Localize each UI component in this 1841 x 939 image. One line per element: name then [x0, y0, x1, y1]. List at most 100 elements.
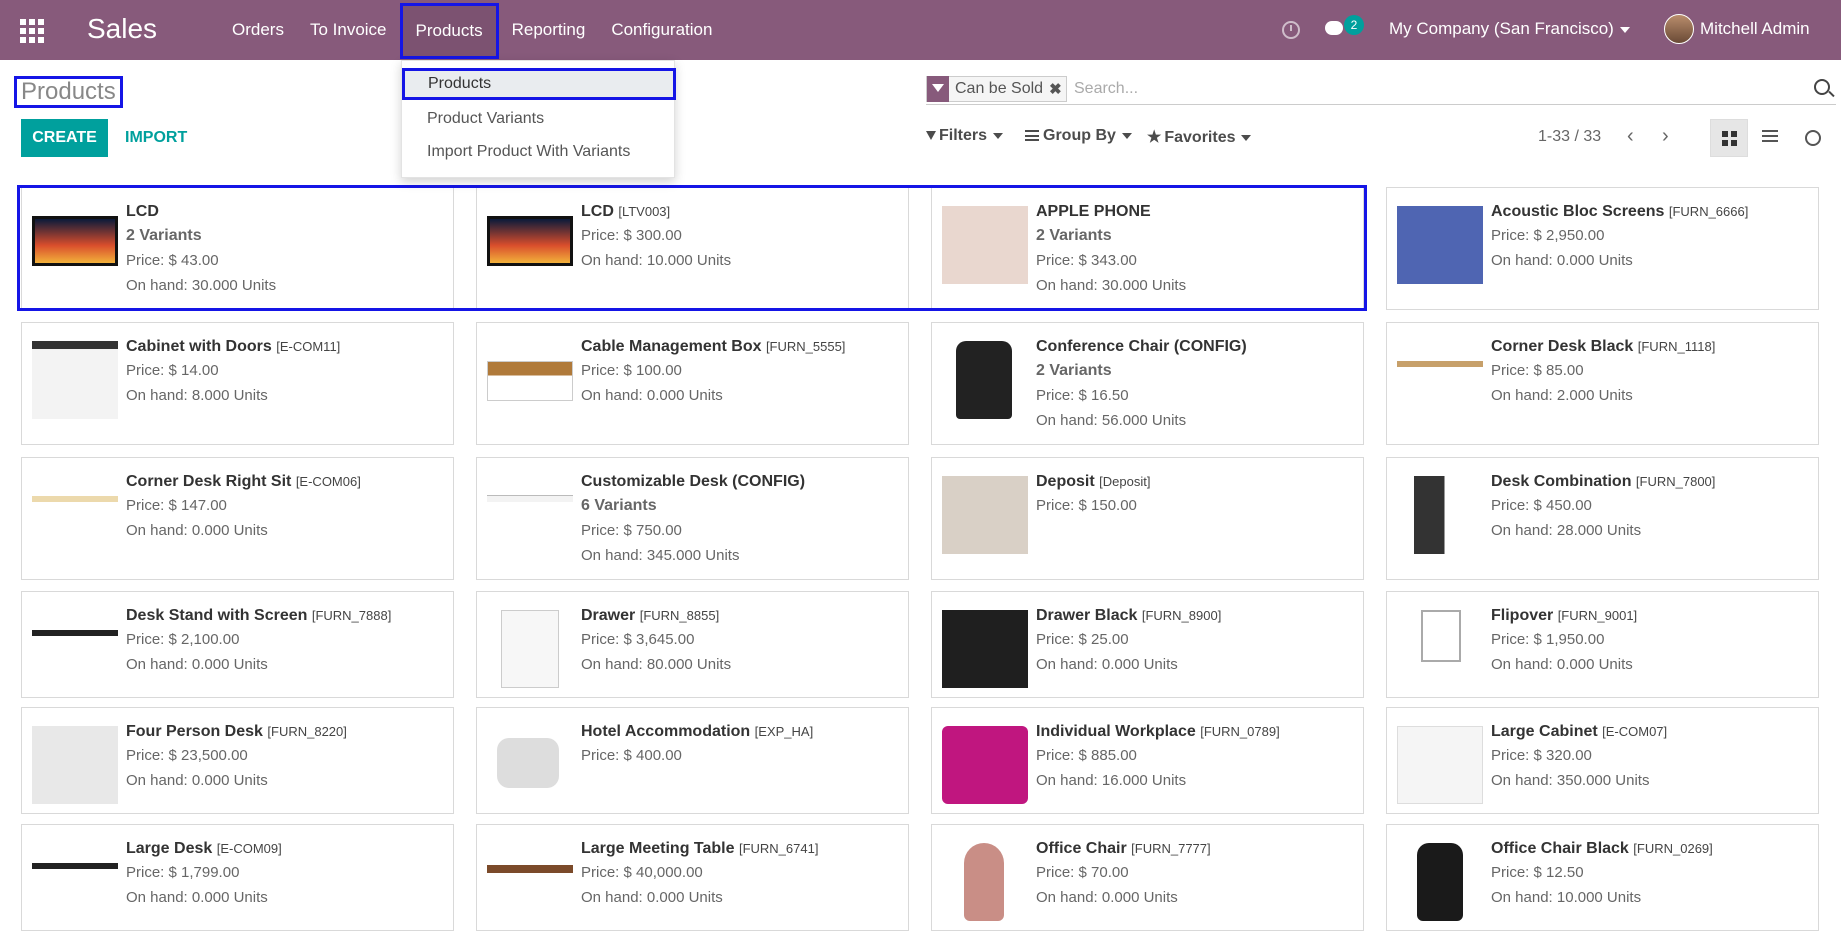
product-ref: [FURN_7800] [1635, 474, 1716, 489]
product-card-body: LCD [LTV003] Price: $ 300.00 On hand: 10.0… [581, 201, 898, 273]
activity-clock-icon[interactable] [1282, 21, 1300, 39]
search-input[interactable] [1074, 76, 1774, 102]
product-card[interactable]: Corner Desk Right Sit [E-COM06] Price: $ … [21, 457, 454, 580]
product-image [1421, 610, 1461, 662]
product-ref: [E-COM09] [216, 841, 282, 856]
product-name: Deposit [Deposit] [1036, 473, 1151, 490]
chevron-down-icon [1241, 134, 1252, 141]
product-card[interactable]: Individual Workplace [FURN_0789] Price: $… [931, 707, 1364, 814]
product-card[interactable]: Acoustic Bloc Screens [FURN_6666] Price: … [1386, 187, 1819, 310]
chevron-right-icon[interactable]: › [1662, 125, 1669, 148]
product-price: Price: $ 400.00 [581, 747, 682, 764]
product-card[interactable]: Corner Desk Black [FURN_1118] Price: $ 85… [1386, 322, 1819, 445]
product-card-body: APPLE PHONE 2 Variants Price: $ 343.00 On h… [1036, 201, 1353, 298]
product-name: Corner Desk Black [FURN_1118] [1491, 338, 1716, 355]
avatar[interactable] [1664, 14, 1694, 44]
product-name: Desk Combination [FURN_7800] [1491, 473, 1716, 490]
product-ref: [FURN_7777] [1131, 841, 1211, 856]
product-ref: [FURN_6741] [738, 841, 819, 856]
product-name: Office Chair Black [FURN_0269] [1491, 840, 1713, 857]
filters-button[interactable]: Filters [926, 127, 1004, 145]
product-image [501, 610, 559, 688]
product-on-hand: On hand: 80.000 Units [581, 656, 732, 673]
menu-products[interactable]: Products [399, 3, 499, 59]
group-by-button[interactable]: Group By [1025, 127, 1132, 145]
close-icon[interactable]: ✖ [1049, 80, 1066, 98]
product-image [964, 843, 1004, 921]
pager-value[interactable]: 1-33 / 33 [1538, 128, 1601, 146]
product-card[interactable]: Flipover [FURN_9001] Price: $ 1,950.00 On … [1386, 591, 1819, 698]
product-price: Price: $ 150.00 [1036, 497, 1137, 514]
product-card[interactable]: Cabinet with Doors [E-COM11] Price: $ 14.… [21, 322, 454, 445]
product-card[interactable]: Large Cabinet [E-COM07] Price: $ 320.00 On… [1386, 707, 1819, 814]
product-card[interactable]: Desk Combination [FURN_7800] Price: $ 450… [1386, 457, 1819, 580]
product-card-body: Cable Management Box [FURN_5555] Price: $… [581, 336, 898, 408]
product-price: Price: $ 12.50 [1491, 864, 1584, 881]
dropdown-item-product-variants[interactable]: Product Variants [402, 103, 676, 135]
product-on-hand: On hand: 0.000 Units [1036, 656, 1178, 673]
product-variants-count: 6 Variants [581, 497, 657, 514]
chevron-down-icon [1121, 132, 1132, 139]
product-card[interactable]: APPLE PHONE 2 Variants Price: $ 343.00 On h… [931, 187, 1364, 310]
product-name: APPLE PHONE [1036, 203, 1151, 220]
product-card[interactable]: LCD [LTV003] Price: $ 300.00 On hand: 10.0… [476, 187, 909, 310]
company-switcher[interactable]: My Company (San Francisco) [1389, 19, 1630, 39]
menu-orders[interactable]: Orders [219, 0, 297, 60]
product-image [1397, 361, 1483, 411]
chevron-left-icon[interactable]: ‹ [1627, 125, 1634, 148]
product-ref: [E-COM11] [276, 339, 341, 354]
product-price: Price: $ 100.00 [581, 362, 682, 379]
import-button[interactable]: IMPORT [125, 119, 187, 157]
product-on-hand: On hand: 56.000 Units [1036, 412, 1187, 429]
apps-menu-icon[interactable] [20, 19, 44, 43]
product-card-body: Hotel Accommodation [EXP_HA] Price: $ 400… [581, 721, 898, 768]
product-image [942, 610, 1028, 688]
product-card[interactable]: Drawer [FURN_8855] Price: $ 3,645.00 On ha… [476, 591, 909, 698]
product-card[interactable]: Customizable Desk (CONFIG) 6 Variants Pric… [476, 457, 909, 580]
product-image [487, 865, 573, 905]
product-card[interactable]: Large Meeting Table [FURN_6741] Price: $ … [476, 824, 909, 931]
list-view-icon[interactable] [1762, 130, 1778, 144]
menu-to-invoice[interactable]: To Invoice [297, 0, 400, 60]
product-name: Corner Desk Right Sit [E-COM06] [126, 473, 361, 490]
search-icon[interactable] [1814, 79, 1830, 95]
app-brand[interactable]: Sales [87, 13, 157, 45]
product-card-body: Drawer Black [FURN_8900] Price: $ 25.00 On… [1036, 605, 1353, 677]
product-card-body: Corner Desk Right Sit [E-COM06] Price: $ … [126, 471, 443, 543]
dropdown-item-products[interactable]: Products [402, 68, 676, 100]
menu-reporting[interactable]: Reporting [499, 0, 599, 60]
create-button[interactable]: CREATE [21, 119, 108, 157]
product-on-hand: On hand: 0.000 Units [126, 889, 268, 906]
activity-view-icon[interactable] [1805, 130, 1821, 146]
product-name: LCD [126, 203, 159, 220]
product-card[interactable]: Office Chair Black [FURN_0269] Price: $ 1… [1386, 824, 1819, 931]
product-price: Price: $ 23,500.00 [126, 747, 248, 764]
product-card[interactable]: Cable Management Box [FURN_5555] Price: $… [476, 322, 909, 445]
product-ref: [FURN_0789] [1200, 724, 1280, 739]
product-on-hand: On hand: 30.000 Units [1036, 277, 1187, 294]
favorites-button[interactable]: ★ Favorites [1147, 127, 1252, 147]
chat-icon[interactable] [1325, 21, 1343, 35]
product-card[interactable]: Deposit [Deposit] Price: $ 150.00 [931, 457, 1364, 580]
menu-configuration[interactable]: Configuration [598, 0, 725, 60]
product-image [1397, 726, 1483, 804]
product-card-body: Flipover [FURN_9001] Price: $ 1,950.00 On … [1491, 605, 1808, 677]
product-price: Price: $ 2,950.00 [1491, 227, 1605, 244]
product-card[interactable]: Desk Stand with Screen [FURN_7888] Price:… [21, 591, 454, 698]
product-price: Price: $ 750.00 [581, 522, 682, 539]
kanban-view-icon[interactable] [1710, 119, 1748, 157]
product-card[interactable]: Drawer Black [FURN_8900] Price: $ 25.00 On… [931, 591, 1364, 698]
product-card[interactable]: Hotel Accommodation [EXP_HA] Price: $ 400… [476, 707, 909, 814]
product-card[interactable]: Conference Chair (CONFIG) 2 Variants Price… [931, 322, 1364, 445]
product-card[interactable]: Office Chair [FURN_7777] Price: $ 70.00 On… [931, 824, 1364, 931]
product-on-hand: On hand: 0.000 Units [1491, 656, 1633, 673]
product-variants-count: 2 Variants [126, 227, 202, 244]
product-card[interactable]: Four Person Desk [FURN_8220] Price: $ 23,… [21, 707, 454, 814]
product-card[interactable]: Large Desk [E-COM09] Price: $ 1,799.00 On … [21, 824, 454, 931]
user-menu-name[interactable]: Mitchell Admin [1700, 19, 1810, 39]
product-price: Price: $ 16.50 [1036, 387, 1129, 404]
dropdown-item-import-product-variants[interactable]: Import Product With Variants [402, 136, 676, 168]
product-card-body: Acoustic Bloc Screens [FURN_6666] Price: … [1491, 201, 1808, 273]
product-card[interactable]: LCD 2 Variants Price: $ 43.00 On hand: 30.0… [21, 187, 454, 310]
product-on-hand: On hand: 28.000 Units [1491, 522, 1642, 539]
